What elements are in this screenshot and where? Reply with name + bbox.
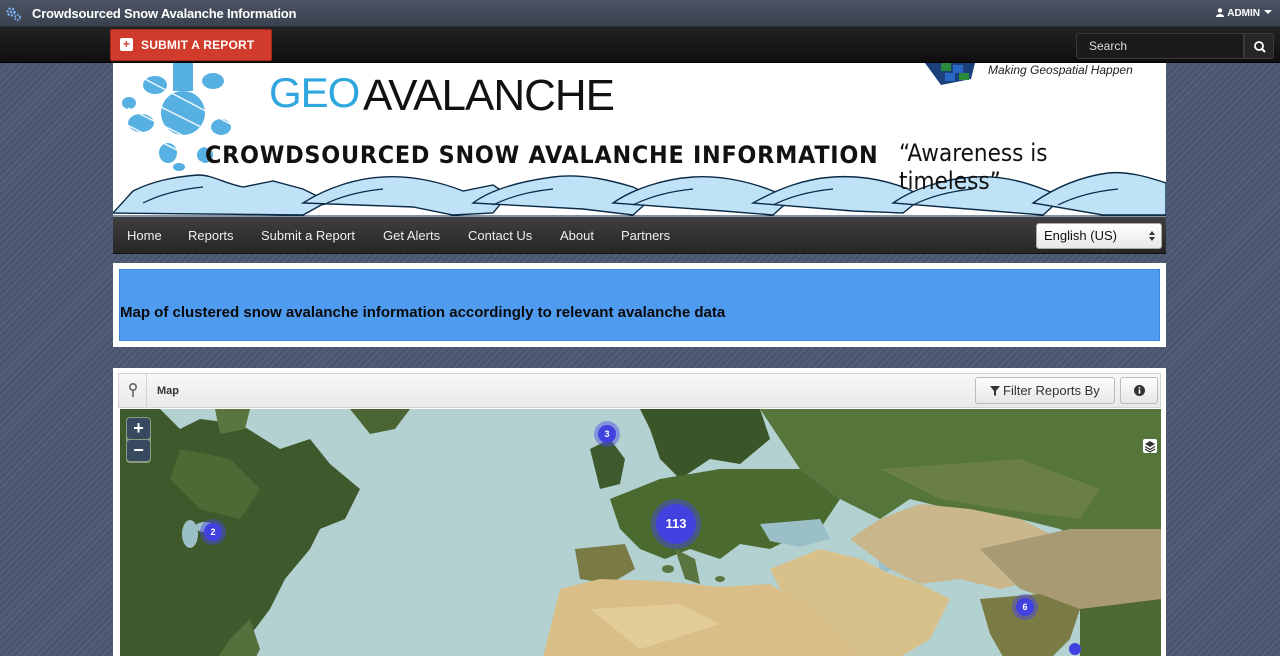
filter-reports-label: Filter Reports By: [1003, 383, 1100, 398]
search-input[interactable]: [1076, 33, 1244, 59]
map-info-button[interactable]: [1120, 377, 1158, 404]
cluster-count: 2: [204, 523, 222, 541]
info-panel: Map of clustered snow avalanche informat…: [113, 263, 1166, 347]
nav-get-alerts[interactable]: Get Alerts: [383, 228, 440, 243]
zoom-out-button[interactable]: −: [127, 440, 150, 461]
map-title: Map: [157, 385, 179, 397]
map-marker-icon: [129, 383, 137, 397]
nav-contact-us[interactable]: Contact Us: [468, 228, 532, 243]
site-banner[interactable]: GEO AVALANCHE Making Geospatial Happen C…: [113, 63, 1166, 217]
search-button[interactable]: [1244, 33, 1274, 59]
plus-icon: +: [120, 38, 133, 51]
banner-subtitle: CROWDSOURCED SNOW AVALANCHE INFORMATION: [205, 141, 879, 169]
admin-menu[interactable]: ADMIN: [1216, 8, 1272, 19]
map-header: Map Filter Reports By: [118, 373, 1161, 408]
logo-geo-text: GEO: [269, 69, 360, 116]
nav-partners[interactable]: Partners: [621, 228, 670, 243]
toolbar: + SUBMIT A REPORT: [0, 27, 1280, 63]
nav-reports[interactable]: Reports: [188, 228, 234, 243]
main-nav: Home Reports Submit a Report Get Alerts …: [113, 217, 1166, 254]
map-terrain: [120, 409, 1161, 656]
zoom-in-button[interactable]: +: [127, 418, 150, 439]
cluster-marker[interactable]: 113: [651, 499, 701, 549]
header-divider: [146, 374, 147, 407]
site-title[interactable]: Crowdsourced Snow Avalanche Information: [32, 6, 296, 21]
layers-icon[interactable]: [1143, 439, 1157, 453]
info-text: Map of clustered snow avalanche informat…: [120, 304, 726, 321]
language-value: English (US): [1044, 228, 1117, 243]
filter-icon: [990, 386, 1000, 396]
info-banner: Map of clustered snow avalanche informat…: [119, 269, 1160, 341]
map-canvas[interactable]: + − 3 2 113 6: [120, 409, 1161, 656]
filter-reports-button[interactable]: Filter Reports By: [975, 377, 1115, 404]
cluster-count: 3: [598, 425, 616, 443]
zoom-control: + −: [126, 417, 151, 463]
nav-about[interactable]: About: [560, 228, 594, 243]
cluster-count: 6: [1016, 598, 1034, 616]
submit-report-button[interactable]: + SUBMIT A REPORT: [110, 29, 272, 61]
sponsor-slogan: Making Geospatial Happen: [988, 63, 1133, 77]
language-select[interactable]: English (US): [1036, 223, 1162, 249]
banner-tagline: “Awareness is timeless”: [899, 139, 1048, 195]
chevron-down-icon: [1264, 10, 1272, 14]
gear-icon[interactable]: [5, 5, 22, 22]
cluster-marker[interactable]: 3: [594, 421, 620, 447]
admin-label: ADMIN: [1227, 8, 1260, 19]
nav-submit-report[interactable]: Submit a Report: [261, 228, 355, 243]
user-icon: [1216, 8, 1225, 17]
search-form: [1076, 33, 1274, 59]
info-icon: [1134, 385, 1145, 396]
map-panel: Map Filter Reports By + − 3 2 113 6: [113, 368, 1166, 656]
cluster-marker[interactable]: [1069, 643, 1081, 655]
select-arrows-icon: [1149, 231, 1155, 241]
nav-home[interactable]: Home: [127, 228, 162, 243]
submit-report-label: SUBMIT A REPORT: [141, 38, 255, 52]
search-icon: [1254, 41, 1266, 53]
cluster-count: 113: [656, 504, 696, 544]
logo-avalanche-text: AVALANCHE: [363, 71, 615, 120]
cluster-marker[interactable]: 2: [200, 519, 226, 545]
admin-bar: Crowdsourced Snow Avalanche Information …: [0, 0, 1280, 27]
cube-logo-icon: [925, 63, 975, 85]
cluster-marker[interactable]: 6: [1012, 594, 1038, 620]
